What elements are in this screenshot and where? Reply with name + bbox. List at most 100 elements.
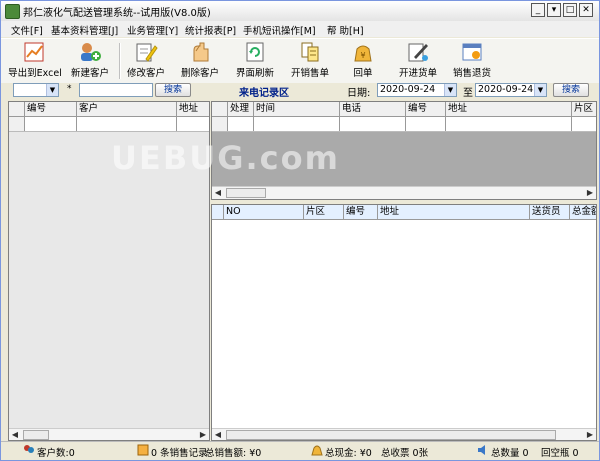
customer-count-icon bbox=[24, 445, 34, 453]
delete-customer-button[interactable]: 删除客户 bbox=[177, 41, 223, 81]
row-selector bbox=[212, 117, 228, 131]
toolbar-separator bbox=[119, 43, 121, 79]
menu-business[interactable]: 业务管理[Y] bbox=[127, 23, 178, 37]
row-selector-header bbox=[212, 205, 224, 219]
scroll-thumb[interactable] bbox=[226, 188, 266, 198]
sales-order-icon bbox=[301, 42, 319, 62]
empty-return-count: 回空瓶 0 bbox=[541, 448, 579, 459]
table-cell bbox=[228, 117, 254, 131]
chevron-down-icon: ▼ bbox=[46, 84, 58, 96]
call-table-header: 处理 时间 电话 编号 地址 片区 bbox=[212, 102, 596, 117]
order-table: NO 片区 编号 地址 送货员 总金额 ◀ ▶ bbox=[211, 204, 597, 441]
table-cell bbox=[340, 117, 406, 131]
customer-table-header: 编号 客户 地址 bbox=[9, 102, 209, 117]
sales-return-icon bbox=[462, 43, 482, 61]
menu-basic-data[interactable]: 基本资料管理[J] bbox=[51, 23, 118, 37]
title-bar: 邦仁液化气配送管理系统--试用版(V8.0版) _ ▾ □ ✕ bbox=[1, 1, 599, 22]
chevron-down-icon: ▼ bbox=[444, 84, 456, 96]
sales-return-label: 销售退货 bbox=[452, 68, 491, 79]
menu-help[interactable]: 帮 助[H] bbox=[327, 23, 364, 37]
purchase-order-button[interactable]: 开进货单 bbox=[393, 41, 443, 81]
col-district[interactable]: 片区 bbox=[572, 102, 596, 116]
date-from-picker[interactable]: 2020-09-24 ▼ bbox=[377, 83, 457, 97]
scroll-right-icon[interactable]: ▶ bbox=[197, 429, 209, 440]
col-address[interactable]: 地址 bbox=[446, 102, 572, 116]
menu-file[interactable]: 文件[F] bbox=[11, 23, 43, 37]
col-id[interactable]: 编号 bbox=[344, 205, 378, 219]
delete-customer-icon bbox=[193, 42, 209, 62]
export-excel-button[interactable]: 导出到Excel bbox=[7, 41, 63, 81]
customer-count: 客户数:0 bbox=[37, 448, 75, 459]
money-bag-icon bbox=[311, 445, 323, 456]
new-customer-button[interactable]: 新建客户 bbox=[67, 41, 113, 81]
menu-reports[interactable]: 统计报表[P] bbox=[185, 23, 236, 37]
col-address[interactable]: 地址 bbox=[378, 205, 530, 219]
app-icon bbox=[5, 4, 20, 19]
delete-customer-label: 删除客户 bbox=[180, 68, 219, 79]
table-cell bbox=[254, 117, 340, 131]
refresh-button[interactable]: 界面刷新 bbox=[233, 41, 277, 81]
table-cell bbox=[406, 117, 446, 131]
col-id[interactable]: 编号 bbox=[25, 102, 77, 116]
maximize-button[interactable]: □ bbox=[563, 3, 577, 17]
sales-record-count: 0 条销售记录 bbox=[151, 448, 208, 459]
scroll-left-icon[interactable]: ◀ bbox=[212, 187, 224, 199]
to-label: 至 bbox=[463, 88, 473, 99]
row-selector-header bbox=[9, 102, 25, 116]
col-handle[interactable]: 处理 bbox=[228, 102, 254, 116]
toolbar: 导出到Excel 新建客户 修改客户 删除客户 界面刷新 开销售单 ¥ 回单 开… bbox=[1, 38, 599, 84]
close-button[interactable]: ✕ bbox=[579, 3, 593, 17]
col-customer[interactable]: 客户 bbox=[77, 102, 177, 116]
refresh-icon bbox=[246, 42, 264, 62]
chevron-down-icon: ▼ bbox=[534, 84, 546, 96]
scroll-thumb[interactable] bbox=[23, 430, 49, 440]
col-phone[interactable]: 电话 bbox=[340, 102, 406, 116]
sales-order-button[interactable]: 开销售单 bbox=[287, 41, 333, 81]
col-address[interactable]: 地址 bbox=[177, 102, 209, 116]
call-hscroll[interactable]: ◀ ▶ bbox=[212, 186, 596, 199]
scroll-right-icon[interactable]: ▶ bbox=[584, 429, 596, 440]
scroll-thumb[interactable] bbox=[226, 430, 556, 440]
date-label: 日期: bbox=[347, 88, 371, 99]
call-search-button[interactable]: 搜索 bbox=[553, 83, 589, 97]
return-order-button[interactable]: ¥ 回单 bbox=[341, 41, 385, 81]
sales-total: 总销售额: ¥0 bbox=[205, 448, 262, 459]
new-customer-label: 新建客户 bbox=[70, 68, 109, 79]
call-record-area-title: 来电记录区 bbox=[239, 88, 289, 99]
order-table-header: NO 片区 编号 地址 送货员 总金额 bbox=[212, 205, 596, 220]
search-input[interactable] bbox=[79, 83, 153, 97]
date-to-picker[interactable]: 2020-09-24 ▼ bbox=[475, 83, 547, 97]
col-district[interactable]: 片区 bbox=[304, 205, 344, 219]
table-cell bbox=[77, 117, 177, 131]
speaker-icon bbox=[478, 445, 485, 455]
table-row[interactable] bbox=[9, 117, 209, 132]
table-row[interactable] bbox=[212, 117, 596, 132]
window-title: 邦仁液化气配送管理系统--试用版(V8.0版) bbox=[23, 8, 211, 19]
scroll-left-icon[interactable]: ◀ bbox=[212, 429, 224, 440]
col-id[interactable]: 编号 bbox=[406, 102, 446, 116]
scroll-left-icon[interactable]: ◀ bbox=[9, 429, 21, 440]
sales-return-button[interactable]: 销售退货 bbox=[449, 41, 495, 81]
customer-hscroll[interactable]: ◀ ▶ bbox=[9, 428, 209, 440]
col-deliverer[interactable]: 送货员 bbox=[530, 205, 570, 219]
col-total-amount[interactable]: 总金额 bbox=[570, 205, 596, 219]
date-from-value: 2020-09-24 bbox=[380, 84, 436, 95]
cash-total: 总现金: ¥0 bbox=[325, 448, 372, 459]
filter-bar: ▼ * 搜索 来电记录区 日期: 2020-09-24 ▼ 至 2020-09-… bbox=[1, 83, 599, 99]
col-no[interactable]: NO bbox=[224, 205, 304, 219]
required-asterisk: * bbox=[67, 84, 72, 94]
receipt-total: 总收票 0张 bbox=[381, 448, 429, 459]
main-window: 邦仁液化气配送管理系统--试用版(V8.0版) _ ▾ □ ✕ 文件[F] 基本… bbox=[0, 0, 600, 461]
menu-sms[interactable]: 手机短讯操作[M] bbox=[243, 23, 316, 37]
sales-order-label: 开销售单 bbox=[290, 68, 329, 79]
search-field-select[interactable]: ▼ bbox=[13, 83, 59, 97]
col-time[interactable]: 时间 bbox=[254, 102, 340, 116]
scroll-right-icon[interactable]: ▶ bbox=[584, 187, 596, 199]
add-customer-icon bbox=[81, 43, 101, 61]
edit-customer-button[interactable]: 修改客户 bbox=[123, 41, 169, 81]
customer-search-button[interactable]: 搜索 bbox=[155, 83, 191, 97]
order-hscroll[interactable]: ◀ ▶ bbox=[212, 428, 596, 440]
return-order-label: 回单 bbox=[353, 68, 373, 79]
minimize-button[interactable]: _ bbox=[531, 3, 545, 17]
minimize-small-button[interactable]: ▾ bbox=[547, 3, 561, 17]
